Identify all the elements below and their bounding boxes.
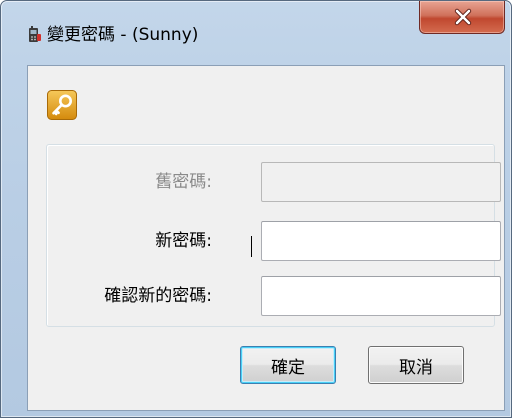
ok-button[interactable]: 確定 [240,346,336,384]
window-title: 變更密碼 - (Sunny) [47,25,199,45]
dialog-body: 舊密碼: 新密碼: 確認新的密碼: 確定 取消 [27,65,505,411]
title-bar[interactable]: 變更密碼 - (Sunny) [1,1,511,65]
confirm-password-field[interactable] [261,276,501,316]
change-password-dialog: 變更密碼 - (Sunny) 舊密碼: 新密碼: 確認新的密碼: 確定 取消 [0,0,512,418]
password-group: 舊密碼: 新密碼: 確認新的密碼: [46,144,501,327]
text-caret [251,236,252,257]
phone-icon [29,26,41,42]
old-password-field[interactable] [261,162,501,202]
new-password-label: 新密碼: [155,231,212,251]
close-button[interactable] [419,1,505,34]
key-icon [47,90,77,120]
new-password-field[interactable] [261,221,501,261]
old-password-label: 舊密碼: [155,172,212,192]
close-icon [454,8,472,26]
cancel-button[interactable]: 取消 [368,346,464,384]
confirm-password-label: 確認新的密碼: [104,286,212,306]
